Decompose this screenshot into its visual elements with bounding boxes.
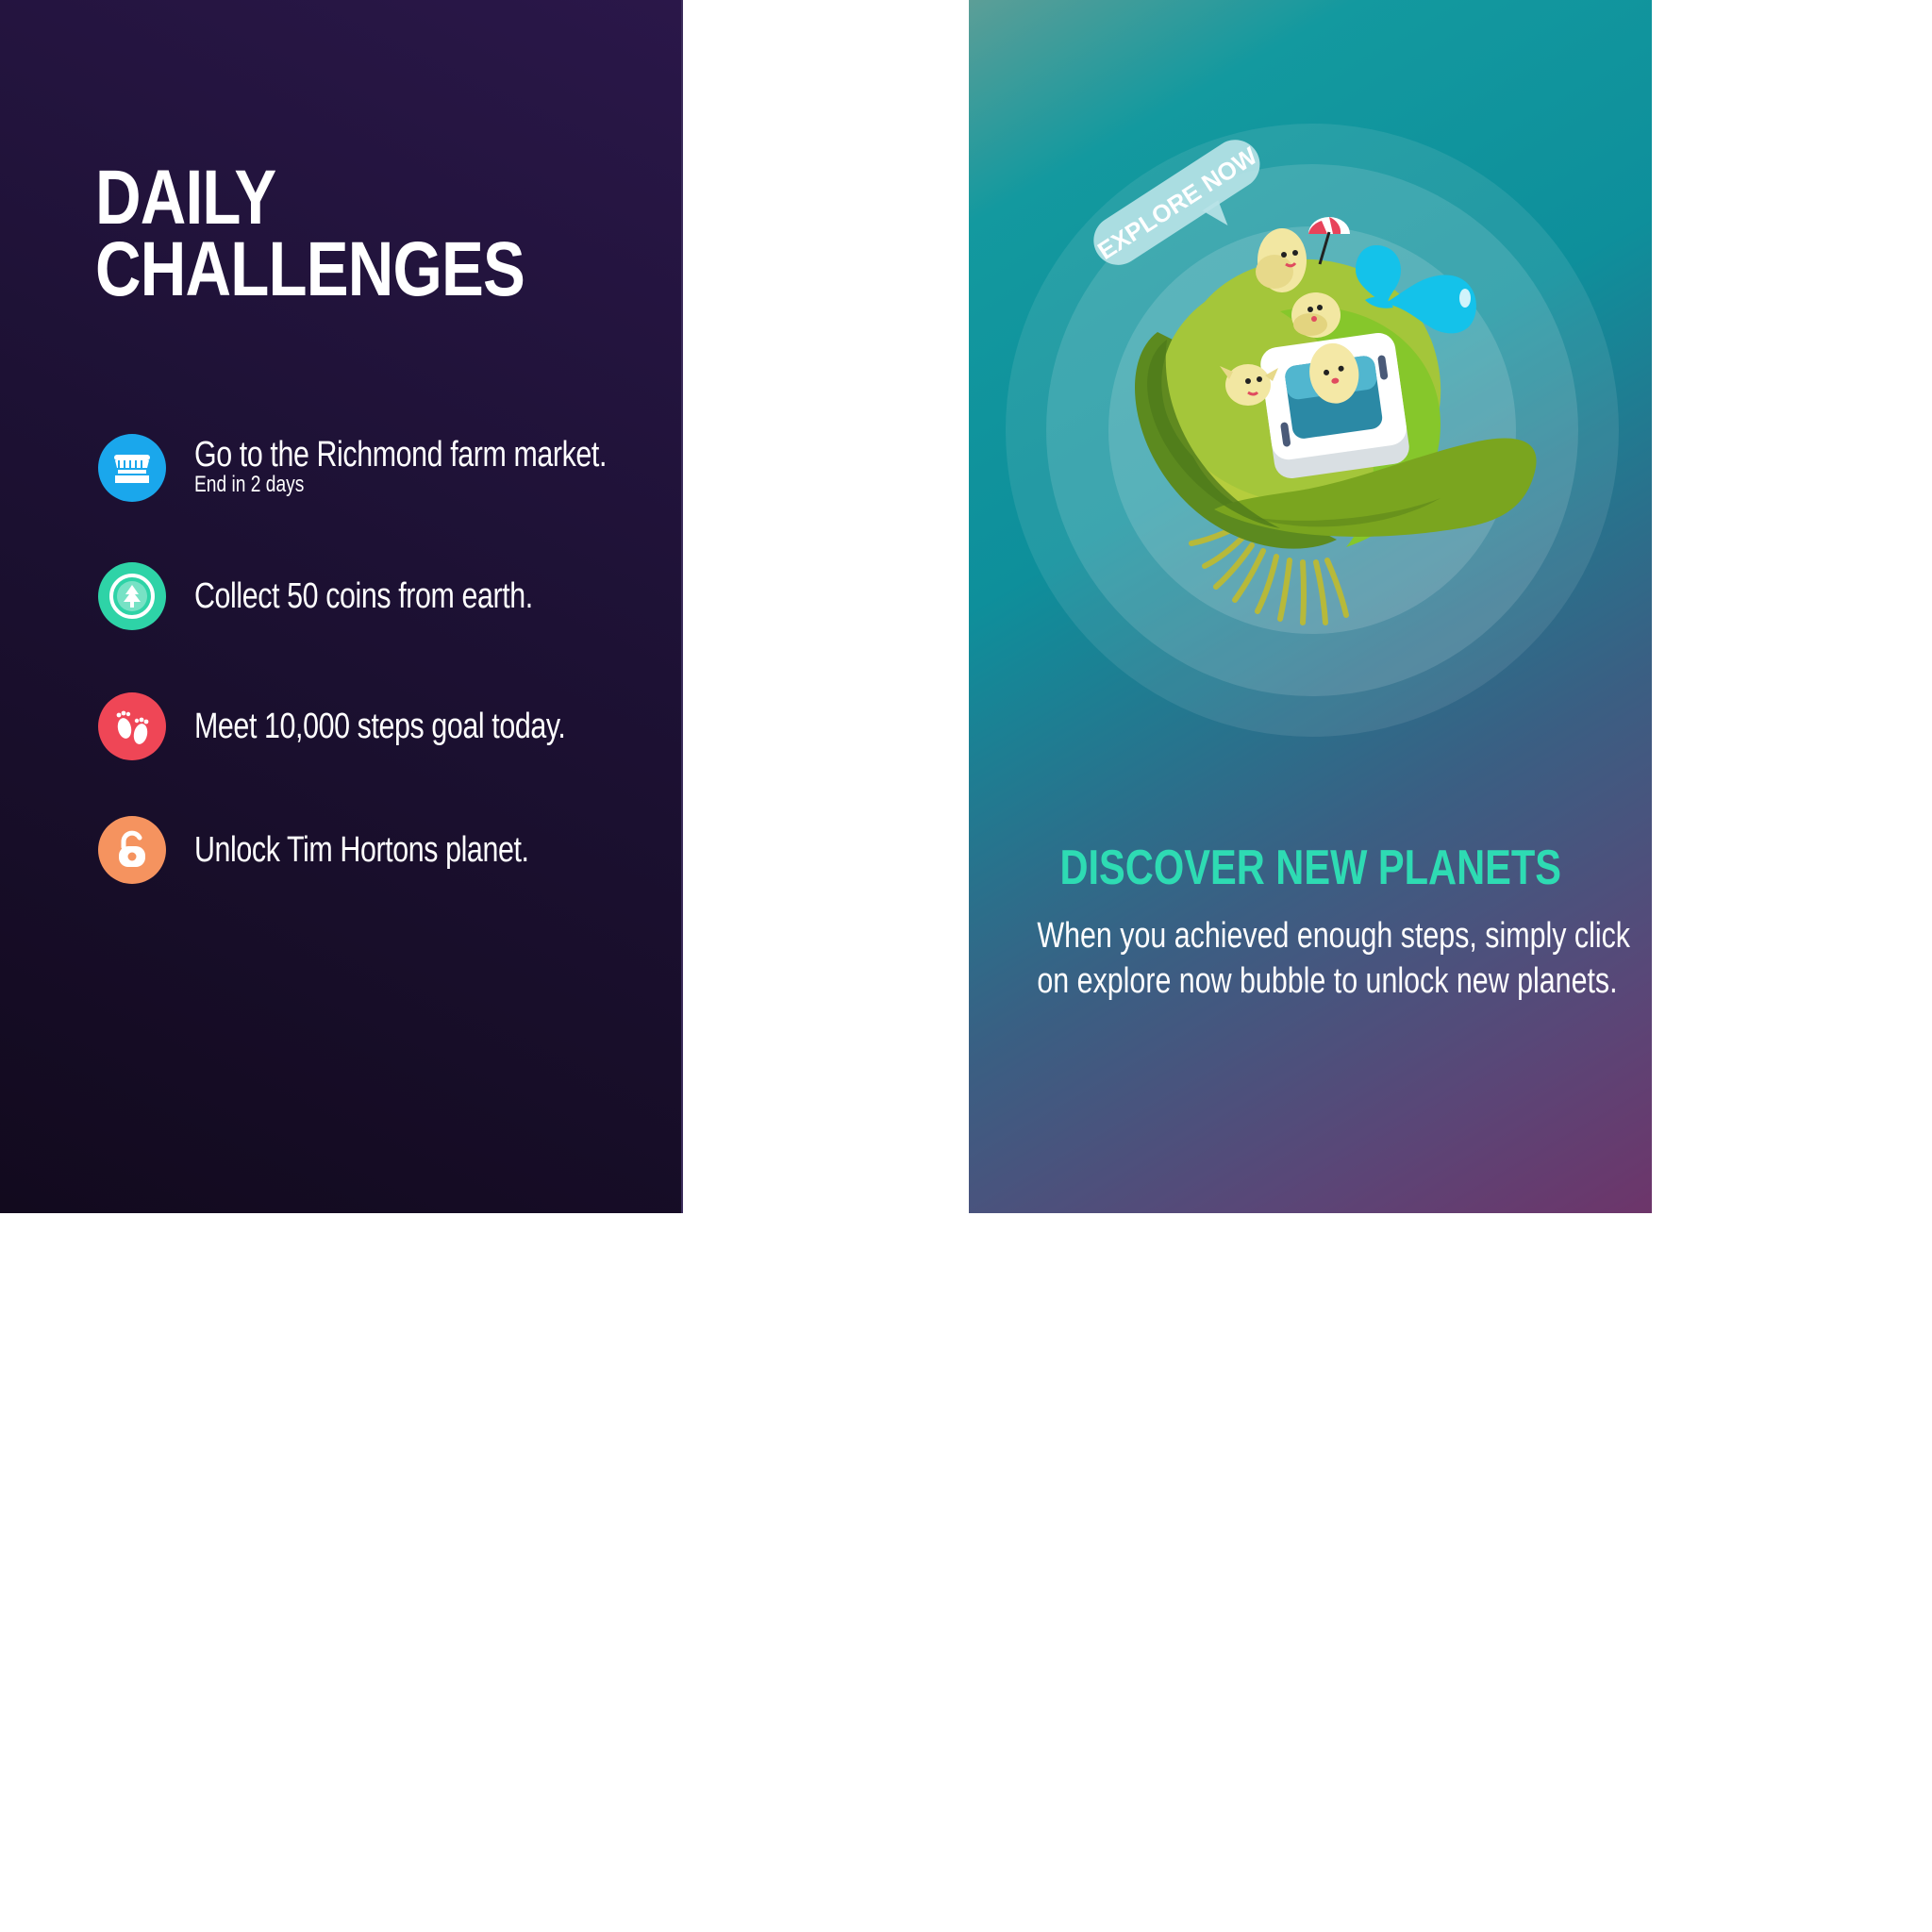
title-line-2: CHALLENGES (95, 226, 525, 312)
challenge-label: Collect 50 coins from earth. (194, 576, 533, 616)
character-middle (1291, 292, 1341, 338)
challenge-label: Meet 10,000 steps goal today. (194, 707, 566, 746)
discover-description-line-1: When you achieved enough steps, simply c… (1037, 916, 1630, 956)
planet-box (1260, 332, 1409, 479)
unlock-icon (98, 816, 166, 884)
title-line-1: DAILY (95, 155, 276, 241)
discover-description: When you achieved enough steps, simply c… (969, 913, 1652, 1004)
footprints-icon (98, 692, 166, 760)
discover-title-text: DISCOVER NEW PLANETS (1059, 841, 1561, 895)
discover-title: DISCOVER NEW PLANETS (969, 840, 1652, 896)
page-title: DAILY CHALLENGES (95, 155, 525, 312)
challenge-item-unlock-planet[interactable]: Unlock Tim Hortons planet. (98, 816, 664, 884)
planet-illustration: EXPLORE NOW (1006, 124, 1619, 737)
challenge-deadline: End in 2 days (194, 472, 305, 497)
challenge-item-collect-coins[interactable]: Collect 50 coins from earth. (98, 562, 664, 630)
challenge-item-steps-goal[interactable]: Meet 10,000 steps goal today. (98, 692, 664, 760)
challenge-label: Go to the Richmond farm market. (194, 435, 608, 475)
daily-challenges-screen: DAILY CHALLENGES Go to the Richmond farm… (0, 0, 683, 1213)
coin-tree-icon (98, 562, 166, 630)
challenge-label: Unlock Tim Hortons planet. (194, 830, 529, 870)
store-icon (98, 434, 166, 502)
challenge-item-farm-market[interactable]: Go to the Richmond farm market. End in 2… (98, 434, 664, 502)
discover-planets-screen: EXPLORE NOW DISCOVER NEW PLANETS When yo… (969, 0, 1652, 1213)
discover-description-line-2: on explore now bubble to unlock new plan… (1037, 961, 1618, 1001)
